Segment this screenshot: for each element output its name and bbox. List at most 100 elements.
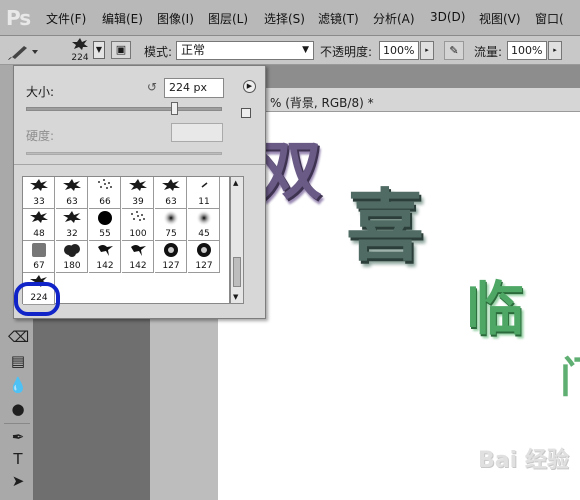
- hardness-slider[interactable]: [26, 152, 222, 155]
- brush-preset-cell[interactable]: 66: [89, 177, 121, 209]
- tool-divider: [4, 423, 30, 424]
- brush-preset-size: 63: [66, 197, 78, 207]
- scroll-up-icon[interactable]: ▲: [233, 179, 238, 187]
- scroll-down-icon[interactable]: ▼: [233, 293, 238, 301]
- brush-preset-size: 11: [198, 197, 210, 207]
- brush-preset-cell[interactable]: 67: [23, 241, 55, 273]
- eraser-tool-icon[interactable]: ⌫: [8, 327, 29, 347]
- brush-preset-size: 39: [132, 197, 144, 207]
- menu-view[interactable]: 视图(V): [479, 10, 521, 27]
- scatter-icon: [122, 210, 153, 228]
- brush-preset-size: 75: [165, 229, 177, 239]
- mode-select[interactable]: 正常 ▼: [176, 41, 314, 60]
- menu-filter[interactable]: 滤镜(T): [318, 10, 359, 27]
- splatter-icon: [56, 178, 87, 196]
- preset-scrollbar[interactable]: ▲ ▼: [230, 176, 244, 304]
- brush-preset-cell[interactable]: 180: [56, 241, 88, 273]
- menu-window[interactable]: 窗口(: [535, 10, 564, 27]
- pen-tool-icon[interactable]: ✒: [8, 427, 28, 447]
- splatter-icon: [56, 210, 87, 228]
- opacity-input[interactable]: 100%: [379, 41, 419, 60]
- brush-preset-cell[interactable]: 127: [188, 241, 220, 273]
- brush-preset-cell[interactable]: 45: [188, 209, 220, 241]
- options-bar: 224 ▼ ▣ 模式: 正常 ▼ 不透明度: 100% ▸ ✎ 流量: 100%…: [0, 36, 580, 65]
- brush-panel-toggle-icon[interactable]: ▣: [111, 41, 131, 59]
- brush-preset-preview[interactable]: 224: [68, 37, 92, 64]
- picker-menu-icon[interactable]: ▶: [243, 80, 256, 93]
- cloud-icon: [56, 242, 87, 262]
- blur-tool-icon[interactable]: 💧: [8, 375, 28, 395]
- menu-3d[interactable]: 3D(D): [430, 10, 465, 24]
- flow-slider-button[interactable]: ▸: [548, 41, 562, 60]
- menu-layer[interactable]: 图层(L): [208, 10, 248, 27]
- opacity-slider-button[interactable]: ▸: [420, 41, 434, 60]
- brush-preset-cell[interactable]: 63: [155, 177, 187, 209]
- brush-preset-cell[interactable]: 142: [122, 241, 154, 273]
- brush-preset-cell[interactable]: 63: [56, 177, 88, 209]
- size-input[interactable]: 224 px: [164, 78, 224, 98]
- hardness-label: 硬度:: [26, 129, 55, 143]
- reset-size-icon[interactable]: ↺: [145, 80, 159, 94]
- brush-preset-cell[interactable]: 100: [122, 209, 154, 241]
- splatter-icon: [23, 210, 54, 228]
- brush-preset-size: 63: [165, 197, 177, 207]
- type-tool-icon[interactable]: T: [8, 449, 28, 469]
- path-selection-tool-icon[interactable]: ➤: [8, 471, 28, 491]
- soft-round-icon: [155, 210, 186, 230]
- brush-preset-size: 33: [33, 197, 45, 207]
- brush-preset-size: 48: [33, 229, 45, 239]
- brush-preset-size: 142: [96, 261, 114, 271]
- gradient-tool-icon[interactable]: ▤: [8, 351, 28, 371]
- brush-preset-cell[interactable]: 48: [23, 209, 55, 241]
- scroll-thumb[interactable]: [233, 257, 241, 287]
- brush-preset-cell[interactable]: 75: [155, 209, 187, 241]
- scatter-icon: [89, 178, 120, 196]
- new-preset-icon[interactable]: [241, 108, 251, 118]
- document-title: % (背景, RGB/8) *: [270, 96, 374, 110]
- menu-bar: Ps 文件(F) 编辑(E) 图像(I) 图层(L) 选择(S) 滤镜(T) 分…: [0, 0, 580, 36]
- brush-preset-cell[interactable]: 142: [89, 241, 121, 273]
- splatter-icon: [23, 178, 54, 196]
- brush-preset-cell[interactable]: 32: [56, 209, 88, 241]
- brush-preset-size: 100: [129, 229, 147, 239]
- menu-analysis[interactable]: 分析(A): [373, 10, 415, 27]
- selected-preset-highlight: [14, 282, 60, 316]
- menu-edit[interactable]: 编辑(E): [102, 10, 143, 27]
- ring-icon: [188, 242, 219, 262]
- brush-size-readout: 224: [71, 53, 89, 63]
- menu-select[interactable]: 选择(S): [264, 10, 305, 27]
- hard-round-icon: [89, 210, 120, 230]
- calligraphy-char-4: 门: [560, 344, 580, 405]
- brush-picker-toggle[interactable]: ▼: [93, 41, 105, 59]
- calligraphy-char-2: 喜: [346, 181, 425, 272]
- dodge-tool-icon[interactable]: ●: [8, 399, 28, 419]
- flow-input[interactable]: 100%: [507, 41, 547, 60]
- dash-icon: [188, 178, 219, 196]
- brush-preset-size: 180: [63, 261, 81, 271]
- menu-file[interactable]: 文件(F): [46, 10, 86, 27]
- brush-preset-cell[interactable]: 11: [188, 177, 220, 209]
- brush-preset-cell[interactable]: 39: [122, 177, 154, 209]
- size-slider[interactable]: [26, 107, 222, 111]
- menu-image[interactable]: 图像(I): [157, 10, 194, 27]
- brush-preset-size: 66: [99, 197, 111, 207]
- splatter-icon: [72, 38, 88, 50]
- brush-preset-cell[interactable]: 55: [89, 209, 121, 241]
- brush-tool-preset-icon[interactable]: [6, 40, 42, 62]
- cylinder-icon: [23, 242, 54, 262]
- size-slider-thumb[interactable]: [171, 102, 178, 115]
- divider: [14, 164, 265, 165]
- watermark: Bai 经验: [478, 448, 569, 473]
- bird-icon: [122, 242, 153, 262]
- mode-label: 模式:: [144, 45, 173, 59]
- pressure-opacity-icon[interactable]: ✎: [444, 41, 464, 60]
- app-logo: Ps: [6, 6, 31, 30]
- chevron-down-icon: ▼: [302, 45, 309, 55]
- brush-preset-cell[interactable]: 33: [23, 177, 55, 209]
- size-label: 大小:: [26, 85, 55, 99]
- brush-preset-cell[interactable]: 127: [155, 241, 187, 273]
- canvas[interactable]: 双 喜 临 门 Bai 经验: [218, 112, 580, 500]
- hardness-input[interactable]: [171, 123, 223, 142]
- brush-preset-picker: 大小: ↺ 224 px ▶ 硬度: 33 63 66 39 63 11 48 32 55 100…: [13, 65, 266, 319]
- calligraphy-char-3: 临: [466, 275, 525, 343]
